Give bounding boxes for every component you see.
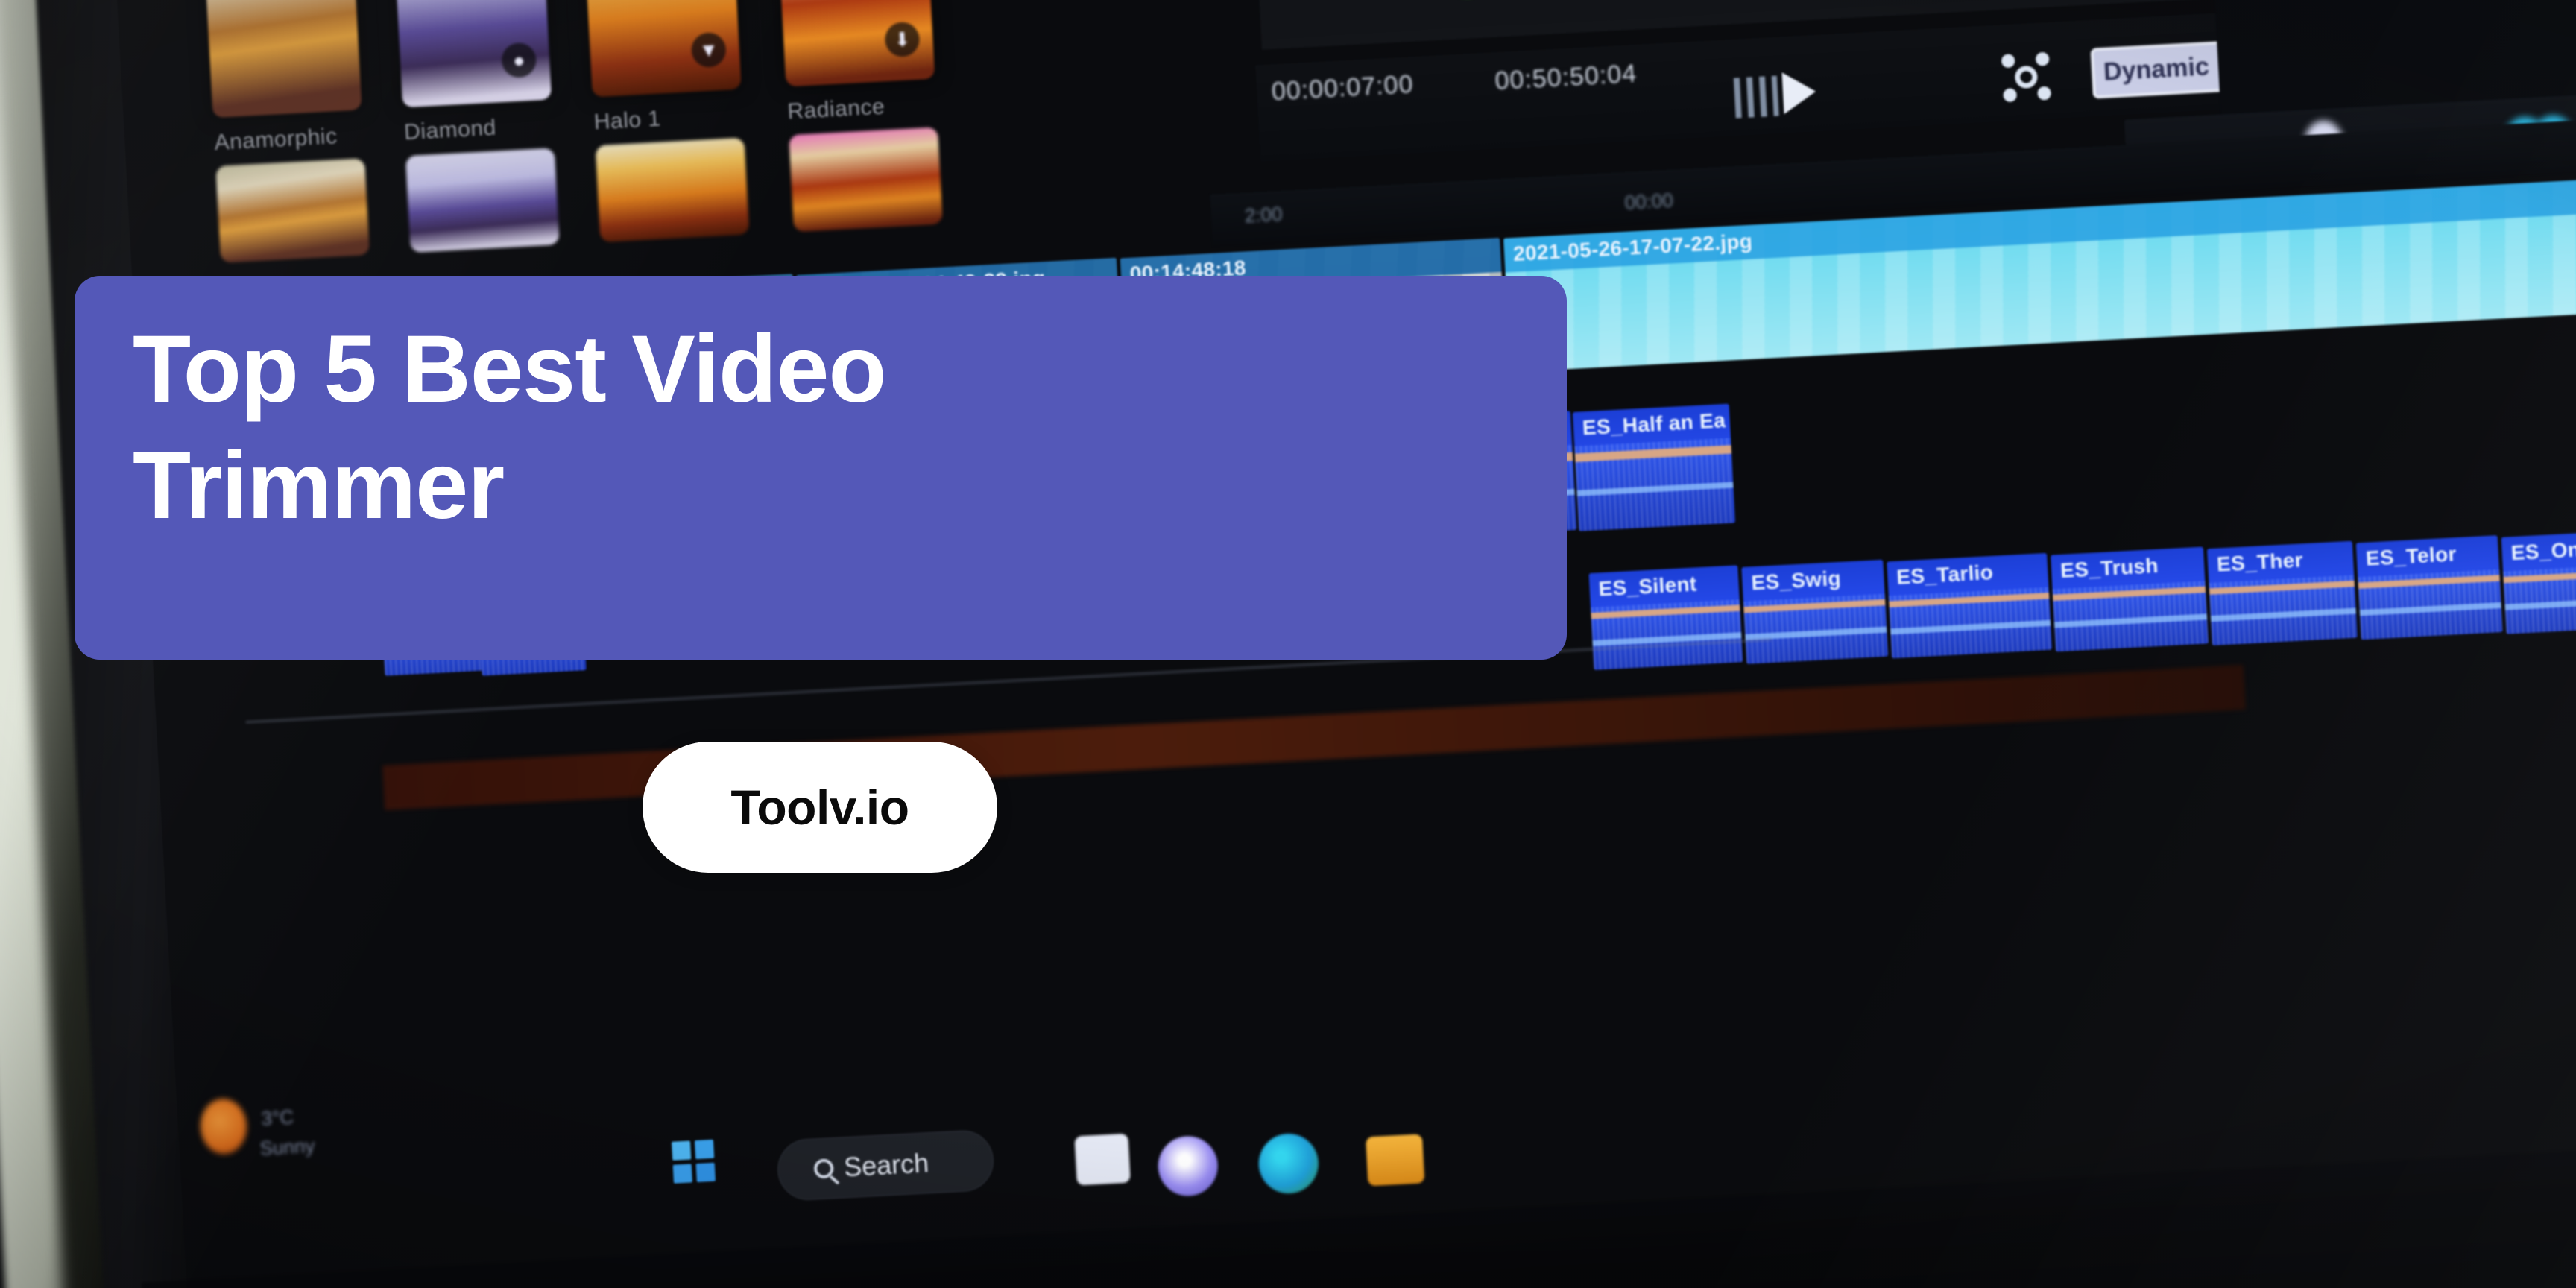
audio-clip[interactable]: ES_Trush xyxy=(2051,546,2209,652)
waveform xyxy=(1591,599,1743,670)
search-icon xyxy=(813,1158,834,1179)
clip-label: ES_Ondr xyxy=(2510,536,2576,565)
brand-badge[interactable]: Toolv.io xyxy=(643,742,997,873)
audio-clip[interactable]: ES_Silent xyxy=(1588,565,1743,670)
page-title: Top 5 Best Video Trimmer xyxy=(133,312,1515,544)
audio-clip[interactable]: ES_Half an Ea xyxy=(1572,403,1736,531)
waveform xyxy=(1574,438,1736,531)
clip-label: 2021-05-26-17-07-22.jpg xyxy=(1503,172,2576,273)
audio-clip[interactable]: ES_Tarlio xyxy=(1887,552,2052,659)
page-title-line-2: Trimmer xyxy=(133,432,505,540)
brand-badge-label: Toolv.io xyxy=(730,780,909,835)
search-placeholder-label: Search xyxy=(843,1147,930,1183)
audio-clip[interactable]: ES_Ondr xyxy=(2501,523,2576,634)
page-title-line-1: Top 5 Best Video xyxy=(133,316,887,423)
task-view-icon[interactable] xyxy=(1074,1133,1131,1186)
title-card: Top 5 Best Video Trimmer xyxy=(75,276,1567,660)
search-input[interactable]: Search xyxy=(776,1128,996,1202)
video-clip[interactable]: 2021-05-26-17-07-22.jpg xyxy=(1503,172,2576,373)
audio-clip[interactable]: ES_Swig xyxy=(1741,559,1889,664)
audio-clip[interactable]: ES_Telor xyxy=(2355,535,2503,640)
hero-image: ● ▼ ⬇ Anamorphic Diamond Halo 1 Radiance xyxy=(0,0,2576,1288)
waveform xyxy=(2209,575,2358,646)
weather-condition: Sunny xyxy=(259,1134,316,1160)
waveform xyxy=(2358,569,2503,640)
folder-icon[interactable] xyxy=(1365,1134,1425,1187)
weather-temperature: 3°C xyxy=(260,1105,294,1130)
waveform xyxy=(2052,581,2209,652)
waveform xyxy=(1743,593,1889,664)
windows-logo-icon[interactable] xyxy=(671,1139,716,1184)
waveform xyxy=(1888,587,2052,659)
audio-clip[interactable]: ES_Ther xyxy=(2206,540,2358,646)
